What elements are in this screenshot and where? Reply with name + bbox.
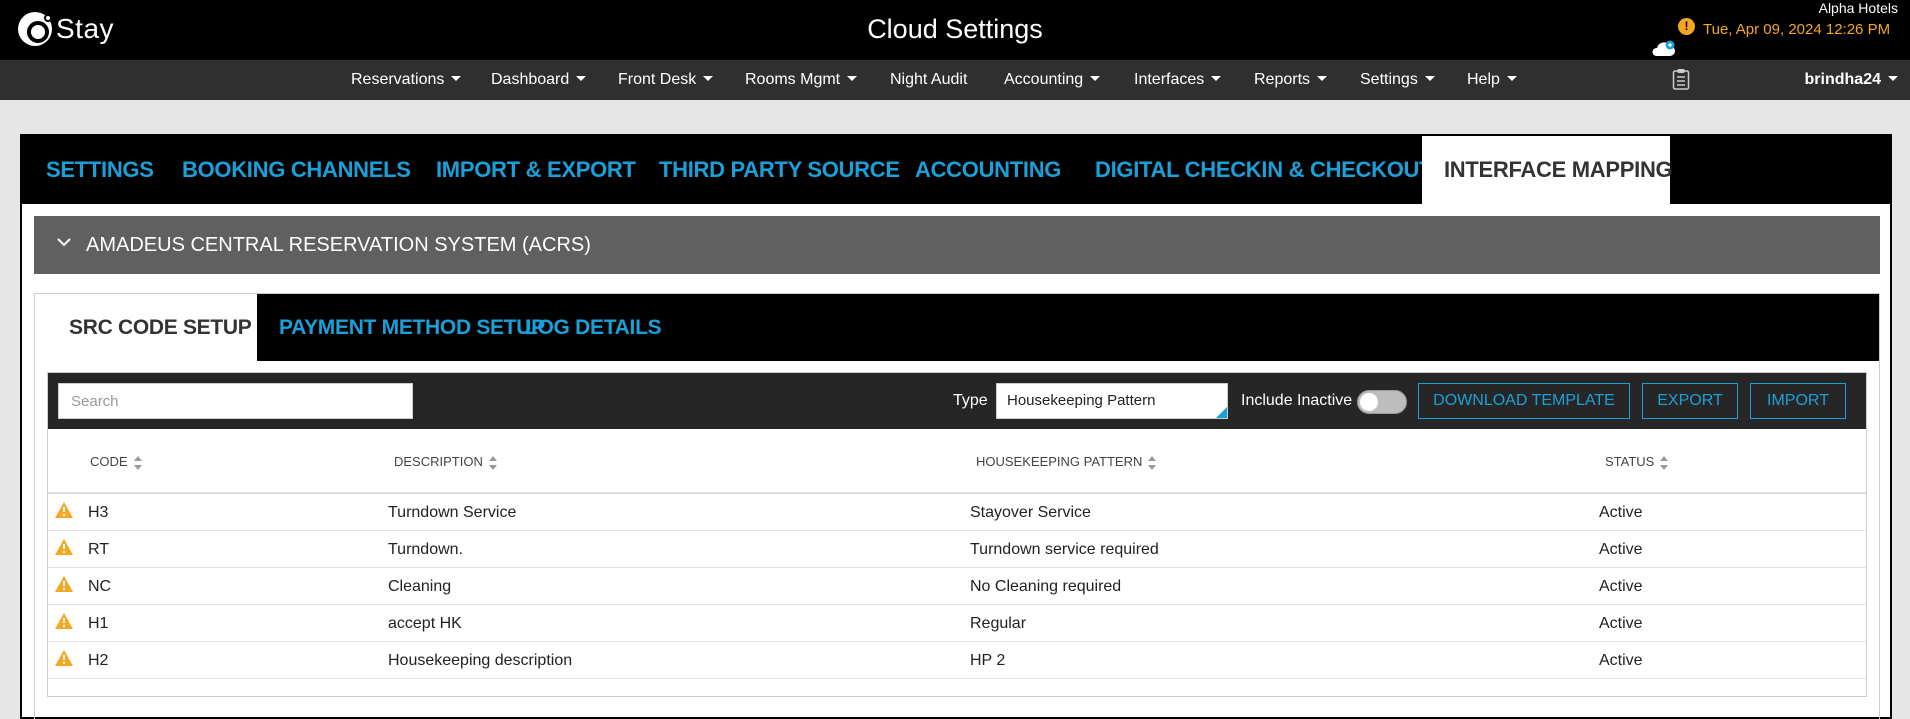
search-input[interactable] (58, 383, 413, 419)
tab-payment-method-setup[interactable]: PAYMENT METHOD SETUP (279, 294, 545, 361)
cell-description: Turndown Service (388, 504, 517, 521)
warning-icon (55, 650, 73, 666)
cloud-sync-icon[interactable] (1650, 40, 1676, 58)
cell-description: Housekeeping description (388, 652, 573, 669)
sort-icon (133, 455, 142, 470)
tab-settings[interactable]: SETTINGS (46, 136, 154, 204)
sort-icon (1148, 455, 1157, 470)
chevron-down-icon (57, 238, 71, 247)
download-template-button[interactable]: DOWNLOAD TEMPLATE (1418, 383, 1630, 419)
caret-down-icon (576, 76, 587, 81)
main-nav: Reservations Dashboard Front Desk Rooms … (0, 60, 1910, 100)
table-row[interactable]: NC Cleaning No Cleaning required Active (48, 568, 1866, 605)
column-header-housekeeping-pattern[interactable]: HOUSEKEEPING PATTERN (976, 429, 1157, 494)
nav-dashboard[interactable]: Dashboard (491, 60, 587, 100)
tab-interface-mapping[interactable]: INTERFACE MAPPING (1422, 136, 1673, 204)
nav-accounting[interactable]: Accounting (1004, 60, 1101, 100)
nav-front-desk[interactable]: Front Desk (618, 60, 714, 100)
cell-code: RT (88, 541, 110, 558)
toggle-knob (1360, 393, 1378, 411)
cell-status: Active (1599, 615, 1643, 632)
table-row[interactable]: H2 Housekeeping description HP 2 Active (48, 642, 1866, 679)
sort-icon (488, 455, 497, 470)
warning-icon (55, 576, 73, 592)
include-inactive-label: Include Inactive (1241, 392, 1353, 409)
current-datetime: Tue, Apr 09, 2024 12:26 PM (1703, 21, 1891, 38)
tab-import-export[interactable]: IMPORT & EXPORT (436, 136, 636, 204)
type-select-value: Housekeeping Pattern (1007, 392, 1156, 409)
type-label: Type (953, 392, 988, 409)
acrs-sub-tabs: SRC CODE SETUP PAYMENT METHOD SETUP LOG … (35, 294, 1879, 361)
cell-code: H3 (88, 504, 109, 521)
nav-rooms-mgmt[interactable]: Rooms Mgmt (745, 60, 858, 100)
cell-status: Active (1599, 652, 1643, 669)
table-row[interactable]: H3 Turndown Service Stayover Service Act… (48, 494, 1866, 531)
caret-down-icon (1888, 76, 1898, 81)
tab-digital-checkin-checkout[interactable]: DIGITAL CHECKIN & CHECKOUT (1095, 136, 1433, 204)
nav-reports[interactable]: Reports (1254, 60, 1328, 100)
cell-code: NC (88, 578, 112, 595)
include-inactive-toggle[interactable] (1357, 390, 1407, 414)
tab-src-code-setup[interactable]: SRC CODE SETUP (35, 294, 257, 361)
export-button[interactable]: EXPORT (1642, 383, 1738, 419)
settings-panel: SETTINGS BOOKING CHANNELS IMPORT & EXPOR… (20, 134, 1892, 719)
acrs-accordion-header[interactable]: AMADEUS CENTRAL RESERVATION SYSTEM (ACRS… (34, 216, 1880, 274)
table-row[interactable]: H1 accept HK Regular Active (48, 605, 1866, 642)
warning-icon (55, 613, 73, 629)
cell-description: Turndown. (388, 541, 463, 558)
tab-third-party-source[interactable]: THIRD PARTY SOURCE (659, 136, 900, 204)
clipboard-icon[interactable] (1672, 68, 1690, 90)
cell-code: H2 (88, 652, 109, 669)
table-header: CODE DESCRIPTION HOUSEKEEPING PATTERN ST… (48, 429, 1866, 494)
nav-help[interactable]: Help (1467, 60, 1517, 100)
hotel-name[interactable]: Alpha Hotels (1819, 0, 1898, 16)
top-bar: Stay Cloud Settings Alpha Hotels ! Tue, … (0, 0, 1910, 60)
table-row[interactable]: RT Turndown. Turndown service required A… (48, 531, 1866, 568)
tab-log-details[interactable]: LOG DETAILS (525, 294, 662, 361)
nav-interfaces[interactable]: Interfaces (1134, 60, 1222, 100)
select-corner-icon (1216, 407, 1227, 418)
column-header-status[interactable]: STATUS (1605, 429, 1669, 494)
user-menu[interactable]: brindha24 (1805, 60, 1898, 100)
import-button[interactable]: IMPORT (1750, 383, 1846, 419)
cell-description: Cleaning (388, 578, 452, 595)
column-header-code[interactable]: CODE (90, 429, 142, 494)
nav-night-audit[interactable]: Night Audit (890, 60, 967, 100)
page-title: Cloud Settings (867, 14, 1043, 44)
caret-down-icon (1090, 76, 1101, 81)
cell-status: Active (1599, 578, 1643, 595)
caret-down-icon (1424, 76, 1435, 81)
warning-icon (55, 502, 73, 518)
nav-settings[interactable]: Settings (1360, 60, 1435, 100)
table-toolbar: Type Housekeeping Pattern Include Inacti… (48, 373, 1866, 429)
cell-housekeeping-pattern: Regular (970, 615, 1027, 632)
caret-down-icon (847, 76, 858, 81)
type-select[interactable]: Housekeeping Pattern (996, 383, 1228, 419)
accordion-title: AMADEUS CENTRAL RESERVATION SYSTEM (ACRS… (86, 234, 591, 256)
warning-icon (55, 539, 73, 555)
column-header-description[interactable]: DESCRIPTION (394, 429, 497, 494)
cell-description: accept HK (388, 615, 462, 632)
tab-booking-channels[interactable]: BOOKING CHANNELS (182, 136, 411, 204)
caret-down-icon (451, 76, 462, 81)
caret-down-icon (1506, 76, 1517, 81)
cell-housekeeping-pattern: Turndown service required (970, 541, 1159, 558)
settings-tabs: SETTINGS BOOKING CHANNELS IMPORT & EXPOR… (22, 136, 1890, 204)
caret-down-icon (1211, 76, 1222, 81)
tab-accounting[interactable]: ACCOUNTING (915, 136, 1061, 204)
cell-code: H1 (88, 615, 109, 632)
src-code-content: Type Housekeeping Pattern Include Inacti… (47, 372, 1867, 697)
cell-housekeeping-pattern: No Cleaning required (970, 578, 1122, 595)
nav-reservations[interactable]: Reservations (351, 60, 462, 100)
caret-down-icon (1317, 76, 1328, 81)
caret-down-icon (703, 76, 714, 81)
cell-status: Active (1599, 504, 1643, 521)
sort-icon (1660, 455, 1669, 470)
cell-housekeeping-pattern: HP 2 (970, 652, 1006, 669)
acrs-panel: SRC CODE SETUP PAYMENT METHOD SETUP LOG … (34, 293, 1880, 719)
cell-housekeeping-pattern: Stayover Service (970, 504, 1091, 521)
alert-icon[interactable]: ! (1678, 18, 1695, 35)
cell-status: Active (1599, 541, 1643, 558)
